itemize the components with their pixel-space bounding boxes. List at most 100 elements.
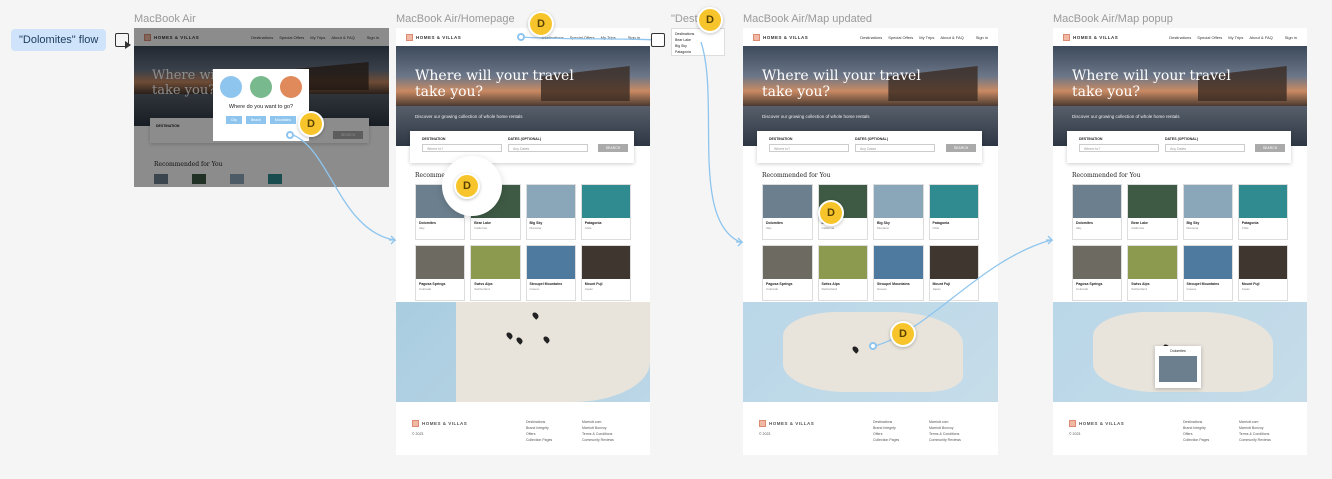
footer-link[interactable]: Destinations bbox=[526, 420, 552, 424]
dropdown-item[interactable]: Bear Lake bbox=[675, 38, 721, 42]
frame-label-dest[interactable]: "Dest bbox=[671, 13, 698, 25]
connection-start-dot[interactable] bbox=[517, 33, 525, 41]
sign-in-link[interactable]: Sign in bbox=[1285, 35, 1297, 40]
dates-input[interactable]: Any Dates bbox=[508, 144, 588, 152]
nav-destinations[interactable]: Destinations bbox=[1169, 35, 1191, 40]
destination-card[interactable]: Dolomites Italy bbox=[1072, 184, 1123, 240]
footer-link[interactable]: Offers bbox=[526, 432, 552, 436]
nav-my-trips[interactable]: My Trips bbox=[919, 35, 934, 40]
destination-card[interactable]: Swiss Alps Switzerland bbox=[470, 245, 521, 301]
footer-link[interactable]: Collection Pages bbox=[526, 438, 552, 442]
destination-card[interactable]: Mount Fuji Japan bbox=[1237, 245, 1288, 301]
footer-link[interactable]: Marriott Bonvoy bbox=[582, 426, 614, 430]
footer-link[interactable]: Marriott.com bbox=[1239, 420, 1271, 424]
collaborator-avatar[interactable]: D bbox=[528, 11, 554, 37]
map-europe[interactable]: Dolomites bbox=[1053, 302, 1307, 402]
collaborator-avatar[interactable]: D bbox=[818, 200, 844, 226]
destination-card[interactable]: Stroupel Mountains Greece bbox=[1182, 245, 1233, 301]
destination-card[interactable]: Pagosa Springs Colorado bbox=[762, 245, 813, 301]
footer-link[interactable]: Offers bbox=[1183, 432, 1209, 436]
footer-link[interactable]: Terms & Conditions bbox=[582, 432, 614, 436]
destination-card[interactable]: Mount Fuji Japan bbox=[928, 245, 979, 301]
search-button[interactable]: SEARCH bbox=[598, 144, 628, 152]
frame-dest-dropdown[interactable]: Destinations Bear Lake Big Sky Patagonia bbox=[671, 28, 725, 56]
footer-link[interactable]: Marriott Bonvoy bbox=[929, 426, 961, 430]
collaborator-avatar[interactable]: D bbox=[890, 321, 916, 347]
destination-card[interactable]: Dolomites Italy bbox=[762, 184, 813, 240]
nav-destinations[interactable]: Destinations bbox=[860, 35, 882, 40]
play-flow-icon[interactable] bbox=[115, 33, 131, 49]
dropdown-item[interactable]: Big Sky bbox=[675, 44, 721, 48]
map-popup-card[interactable]: Dolomites bbox=[1155, 346, 1201, 388]
option-beach-button[interactable]: Beach bbox=[245, 116, 266, 124]
footer-link[interactable]: Marriott Bonvoy bbox=[1239, 426, 1271, 430]
destination-input[interactable]: Where to? bbox=[422, 144, 502, 152]
nav-my-trips[interactable]: My Trips bbox=[601, 35, 616, 40]
footer-link[interactable]: Destinations bbox=[1183, 420, 1209, 424]
collaborator-avatar[interactable]: D bbox=[454, 173, 480, 199]
frame-map-popup[interactable]: HOMES & VILLAS Destinations Special Offer… bbox=[1053, 28, 1307, 455]
connection-start-dot[interactable] bbox=[869, 342, 877, 350]
destination-card[interactable]: Mount Fuji Japan bbox=[580, 245, 631, 301]
footer-link[interactable]: Community Reviews bbox=[929, 438, 961, 442]
dates-input[interactable]: Any Dates bbox=[855, 144, 935, 152]
sign-in-link[interactable]: Sign in bbox=[628, 35, 640, 40]
option-city-button[interactable]: City bbox=[225, 116, 242, 124]
footer-link[interactable]: Destinations bbox=[873, 420, 899, 424]
destination-card[interactable]: Swiss Alps Switzerland bbox=[1127, 245, 1178, 301]
nav-special-offers[interactable]: Special Offers bbox=[1197, 35, 1222, 40]
destination-card[interactable]: Stroupel Mountains Greece bbox=[525, 245, 576, 301]
connection-start-dot[interactable] bbox=[286, 131, 294, 139]
site-logo[interactable]: HOMES & VILLAS bbox=[406, 33, 461, 41]
destination-card[interactable]: Swiss Alps Switzerland bbox=[817, 245, 868, 301]
search-button[interactable]: SEARCH bbox=[1255, 144, 1285, 152]
destination-card[interactable]: Pagosa Springs Colorado bbox=[1072, 245, 1123, 301]
destination-input[interactable]: Where to? bbox=[769, 144, 849, 152]
nav-about[interactable]: About & FAQ bbox=[940, 35, 963, 40]
nav-special-offers[interactable]: Special Offers bbox=[888, 35, 913, 40]
frame-homepage[interactable]: HOMES & VILLAS Destinations Special Offer… bbox=[396, 28, 650, 455]
prototype-start-icon[interactable] bbox=[651, 33, 665, 47]
destination-input[interactable]: Where to? bbox=[1079, 144, 1159, 152]
sign-in-link[interactable]: Sign in bbox=[976, 35, 988, 40]
map-europe[interactable] bbox=[743, 302, 998, 402]
destination-card[interactable]: Big Sky Montana bbox=[525, 184, 576, 240]
footer-link[interactable]: Offers bbox=[873, 432, 899, 436]
nav-about[interactable]: About & FAQ bbox=[1249, 35, 1272, 40]
nav-my-trips[interactable]: My Trips bbox=[1228, 35, 1243, 40]
site-logo[interactable]: HOMES & VILLAS bbox=[753, 33, 808, 41]
footer-link[interactable]: Marriott.com bbox=[929, 420, 961, 424]
destination-card[interactable]: Patagonia Chile bbox=[1237, 184, 1288, 240]
destination-card[interactable]: Patagonia Chile bbox=[928, 184, 979, 240]
footer-link[interactable]: Brand Integrity bbox=[1183, 426, 1209, 430]
footer-link[interactable]: Marriott.com bbox=[582, 420, 614, 424]
search-button[interactable]: SEARCH bbox=[946, 144, 976, 152]
destination-card[interactable]: Big Sky Montana bbox=[1182, 184, 1233, 240]
frame-macbook-air[interactable]: HOMES & VILLAS Destinations Special Offer… bbox=[134, 28, 389, 187]
frame-label-homepage[interactable]: MacBook Air/Homepage bbox=[396, 13, 515, 25]
frame-label-map-popup[interactable]: MacBook Air/Map popup bbox=[1053, 13, 1173, 25]
footer-link[interactable]: Terms & Conditions bbox=[1239, 432, 1271, 436]
footer-link[interactable]: Terms & Conditions bbox=[929, 432, 961, 436]
footer-link[interactable]: Community Reviews bbox=[582, 438, 614, 442]
map-north-america[interactable] bbox=[396, 302, 650, 402]
destination-card[interactable]: Pagosa Springs Colorado bbox=[415, 245, 466, 301]
destination-card[interactable]: Big Sky Montana bbox=[873, 184, 924, 240]
dates-input[interactable]: Any Dates bbox=[1165, 144, 1245, 152]
frame-label-macbook-air[interactable]: MacBook Air bbox=[134, 13, 196, 25]
frame-map-updated[interactable]: HOMES & VILLAS Destinations Special Offer… bbox=[743, 28, 998, 455]
nav-special-offers[interactable]: Special Offers bbox=[570, 35, 595, 40]
frame-label-map-updated[interactable]: MacBook Air/Map updated bbox=[743, 13, 872, 25]
destination-card[interactable]: Bear LakeCalifornia bbox=[1127, 184, 1178, 240]
flow-label[interactable]: "Dolomites" flow bbox=[11, 29, 107, 51]
option-mountains-button[interactable]: Mountains bbox=[269, 116, 297, 124]
site-logo[interactable]: HOMES & VILLAS bbox=[1063, 33, 1118, 41]
footer-link[interactable]: Brand Integrity bbox=[873, 426, 899, 430]
collaborator-avatar[interactable]: D bbox=[697, 7, 723, 33]
footer-link[interactable]: Community Reviews bbox=[1239, 438, 1271, 442]
footer-link[interactable]: Collection Pages bbox=[873, 438, 899, 442]
destination-card[interactable]: Patagonia Chile bbox=[580, 184, 631, 240]
footer-link[interactable]: Collection Pages bbox=[1183, 438, 1209, 442]
footer-link[interactable]: Brand Integrity bbox=[526, 426, 552, 430]
collaborator-avatar[interactable]: D bbox=[298, 111, 324, 137]
